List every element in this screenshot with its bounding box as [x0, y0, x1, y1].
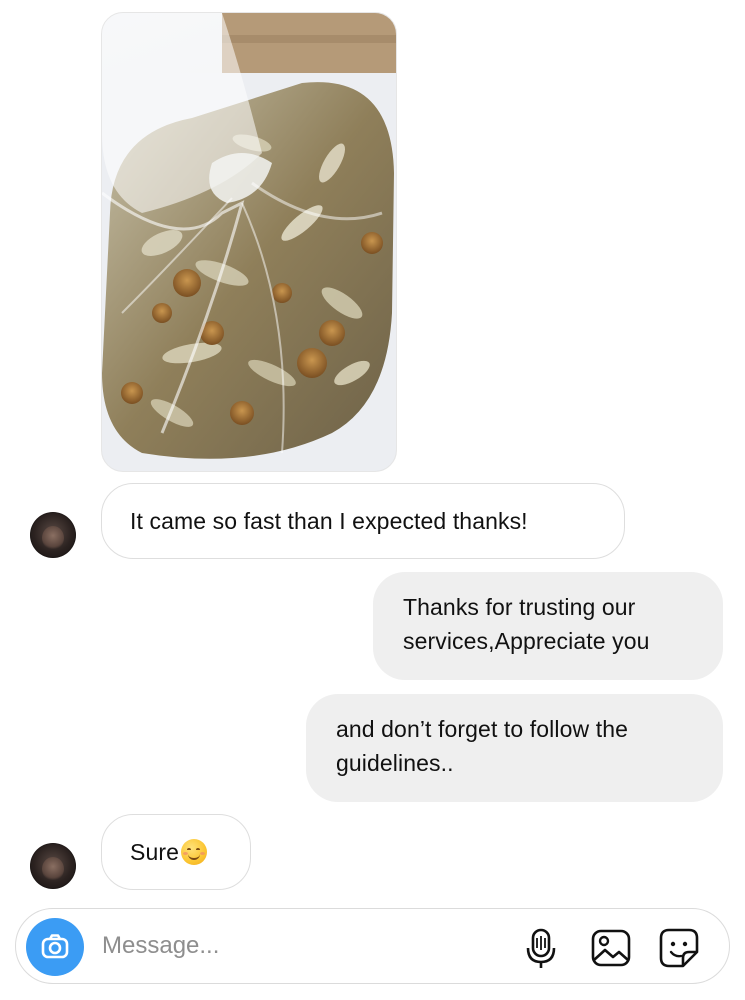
incoming-message-bubble[interactable]: Sure — [101, 814, 251, 890]
outgoing-message-bubble[interactable]: and don’t forget to follow the guideline… — [306, 694, 723, 802]
message-text-line: and don’t forget to follow the — [336, 716, 628, 742]
message-text-line: Thanks for trusting our — [403, 594, 636, 620]
message-text: Sure — [130, 839, 179, 865]
contact-avatar[interactable] — [30, 843, 76, 889]
shared-photo[interactable] — [101, 12, 397, 472]
message-text-line: services,Appreciate you — [403, 628, 650, 654]
sticker-icon — [659, 928, 699, 968]
gallery-button[interactable] — [589, 926, 633, 970]
microphone-icon — [526, 928, 556, 968]
message-composer: Message... — [15, 908, 730, 984]
contact-avatar[interactable] — [30, 512, 76, 558]
outgoing-message-bubble[interactable]: Thanks for trusting our services,Appreci… — [373, 572, 723, 680]
incoming-message-bubble[interactable]: It came so fast than I expected thanks! — [101, 483, 625, 559]
camera-icon — [41, 934, 69, 959]
photo-content — [102, 13, 396, 471]
sticker-button[interactable] — [657, 926, 701, 970]
smiling-face-emoji — [180, 839, 207, 865]
gallery-icon — [591, 929, 631, 967]
microphone-button[interactable] — [519, 926, 563, 970]
camera-button[interactable] — [26, 918, 84, 976]
message-input[interactable]: Message... — [102, 929, 219, 963]
message-text: It came so fast than I expected thanks! — [130, 508, 528, 534]
message-text-line: guidelines.. — [336, 750, 454, 776]
